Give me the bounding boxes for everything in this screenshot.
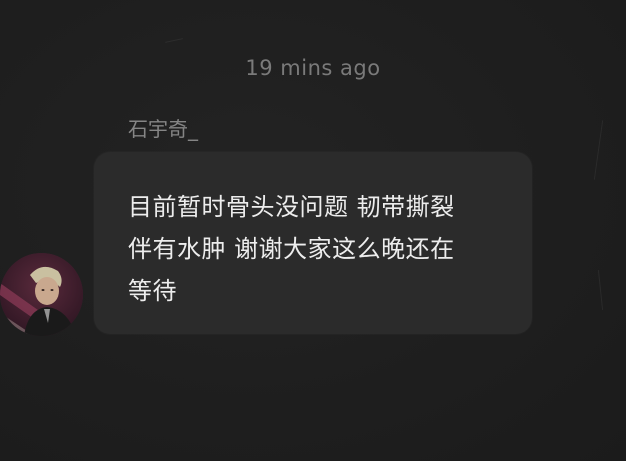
- background-mark: [593, 120, 604, 180]
- chat-screen: 19 mins ago 石宇奇_ 目前暂时骨头没问题 韧带撕裂 伴有水肿 谢谢大…: [0, 0, 626, 461]
- background-mark: [165, 38, 183, 43]
- message-text: 目前暂时骨头没问题 韧带撕裂 伴有水肿 谢谢大家这么晚还在 等待: [128, 193, 455, 305]
- message-timestamp: 19 mins ago: [245, 56, 381, 80]
- user-avatar-icon: [0, 253, 83, 336]
- sender-avatar[interactable]: [0, 253, 83, 336]
- background-mark: [597, 270, 604, 310]
- sender-name[interactable]: 石宇奇_: [128, 113, 198, 142]
